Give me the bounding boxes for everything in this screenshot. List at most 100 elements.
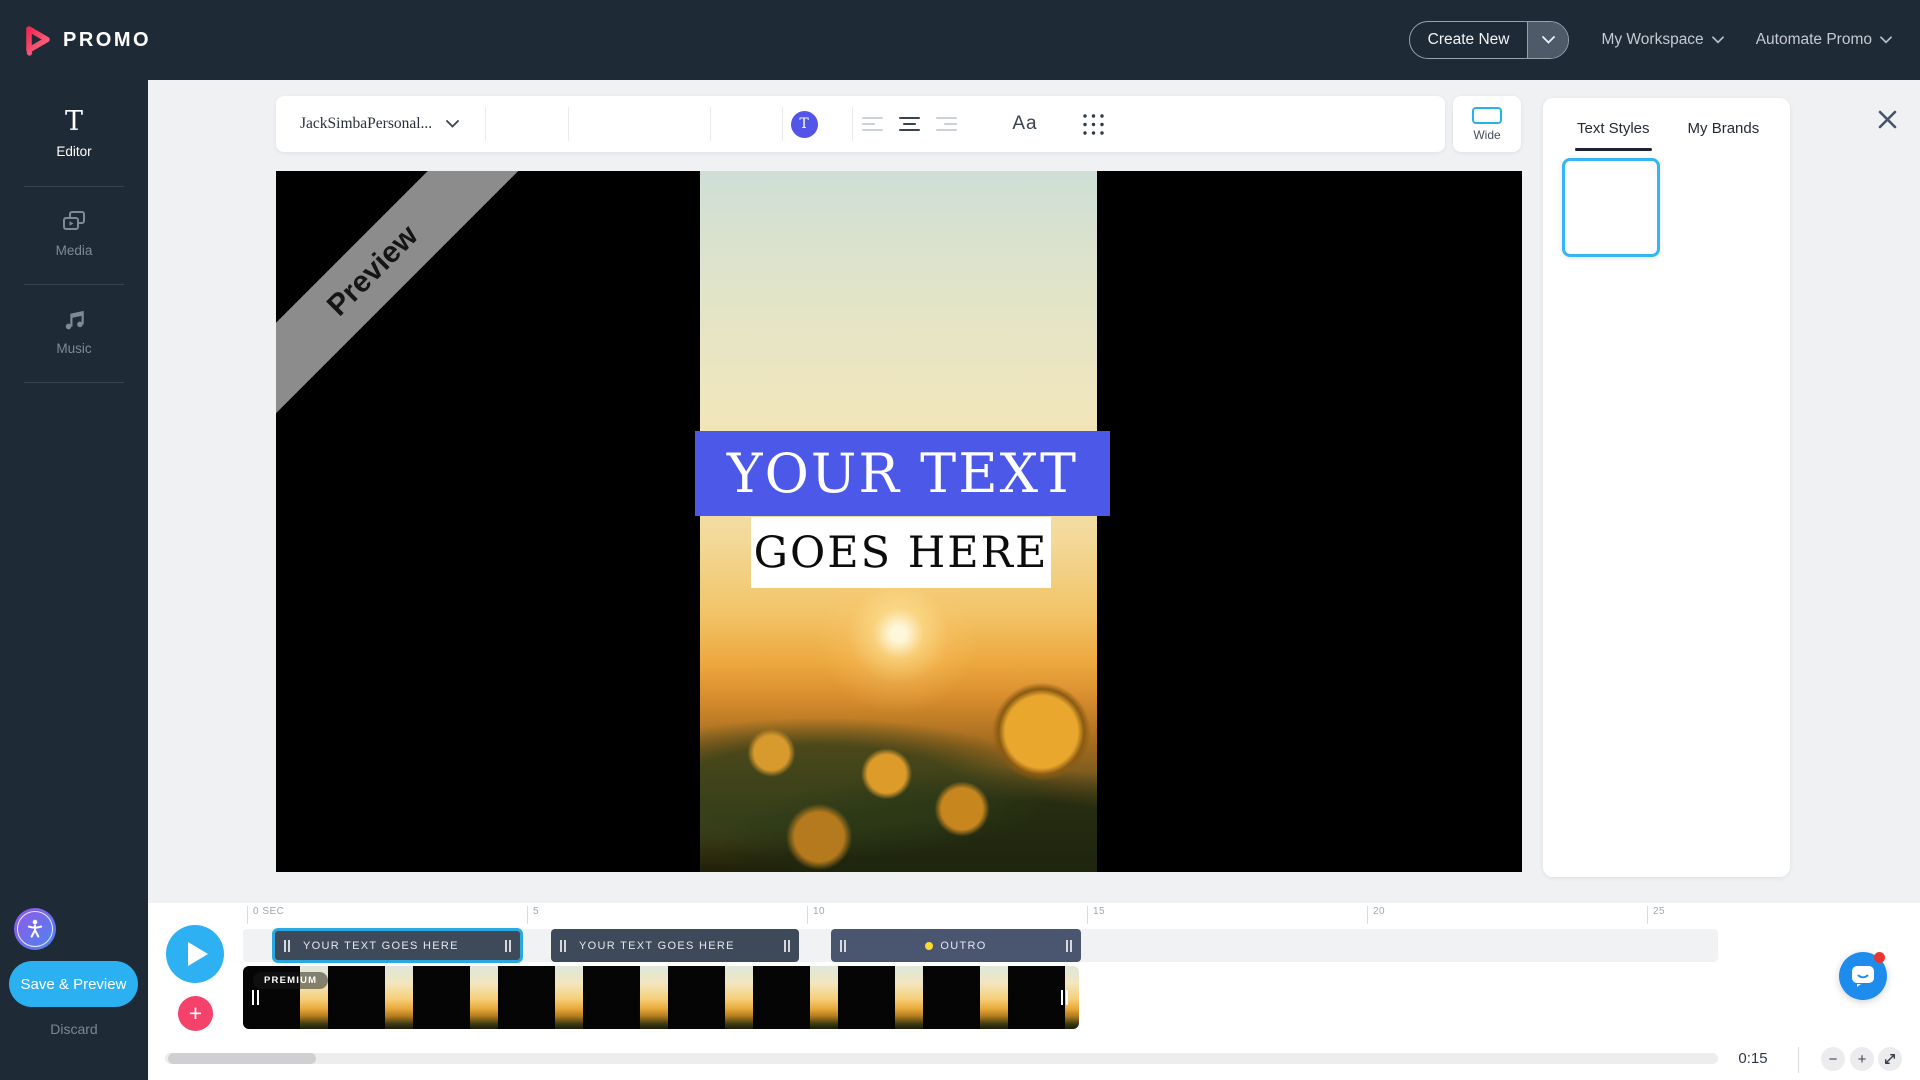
wide-ratio-icon: [1472, 107, 1502, 124]
accessibility-button[interactable]: [14, 908, 56, 950]
my-workspace-menu[interactable]: My Workspace: [1601, 31, 1723, 49]
text-toolbar: JackSimbaPersonal... T Aa: [276, 96, 1445, 152]
minus-icon: −: [1829, 1051, 1838, 1068]
text-style-t-icon: T: [791, 111, 818, 138]
sidebar-item-editor[interactable]: T Editor: [0, 80, 148, 159]
fit-arrows-icon: [1884, 1053, 1896, 1065]
divider: [852, 107, 853, 141]
ruler-mark: 20: [1367, 906, 1385, 924]
close-icon: [1877, 109, 1898, 130]
divider: [782, 107, 783, 141]
clip-trim-handle-right[interactable]: [1066, 940, 1072, 952]
ruler-mark: 10: [807, 906, 825, 924]
create-new-label: Create New: [1410, 22, 1528, 58]
subline-text-box[interactable]: GOES HERE: [751, 517, 1051, 588]
divider: [485, 107, 486, 141]
text-align-group: [862, 96, 957, 152]
preview-ribbon-label: Preview: [321, 219, 425, 323]
ruler-mark: 15: [1087, 906, 1105, 924]
chat-bubble-icon: [1850, 964, 1876, 988]
promo-editor-app: PROMO Create New My Workspace Automate P…: [0, 0, 1920, 1080]
subline-text: GOES HERE: [754, 528, 1049, 578]
sidebar-item-media[interactable]: Media: [0, 187, 148, 258]
tab-my-brands[interactable]: My Brands: [1688, 120, 1760, 151]
timeline-scrollbar-thumb[interactable]: [168, 1053, 316, 1064]
header-menu: Create New My Workspace Automate Promo: [1409, 21, 1892, 59]
zoom-out-button[interactable]: −: [1821, 1047, 1845, 1071]
premium-badge: PREMIUM: [253, 972, 328, 989]
text-styles-panel: Text Styles My Brands: [1543, 98, 1790, 877]
divider: [568, 107, 569, 141]
add-scene-button[interactable]: +: [178, 996, 213, 1031]
text-style-swatch-selected[interactable]: [1562, 158, 1660, 257]
outro-clip[interactable]: OUTRO: [831, 929, 1081, 962]
chevron-down-icon: [1712, 36, 1724, 44]
tab-text-styles[interactable]: Text Styles: [1577, 120, 1650, 151]
grid-dots-icon: [1081, 112, 1106, 137]
strip-trim-handle-right[interactable]: [1061, 990, 1068, 1005]
divider: [24, 382, 124, 383]
ruler-mark: 0 SEC: [247, 906, 284, 924]
text-clip[interactable]: YOUR TEXT GOES HERE: [551, 929, 799, 962]
save-preview-button[interactable]: Save & Preview: [9, 961, 138, 1007]
divider: [1798, 1047, 1799, 1073]
clip-trim-handle-right[interactable]: [505, 940, 511, 952]
chevron-down-icon: [446, 120, 459, 128]
headline-text: YOUR TEXT: [727, 442, 1078, 505]
video-canvas[interactable]: Preview YOUR TEXT GOES HERE: [276, 171, 1522, 872]
discard-button[interactable]: Discard: [0, 1021, 148, 1037]
sidebar-item-music[interactable]: Music: [0, 285, 148, 356]
wide-label: Wide: [1473, 128, 1500, 142]
logo-text: PROMO: [63, 29, 151, 52]
font-family-select[interactable]: JackSimbaPersonal...: [300, 96, 459, 152]
automate-promo-menu[interactable]: Automate Promo: [1756, 31, 1892, 49]
plus-icon: +: [1858, 1051, 1867, 1068]
accessibility-person-icon: [23, 917, 47, 941]
notification-dot: [1874, 952, 1885, 963]
create-new-dropdown[interactable]: [1527, 22, 1568, 58]
clip-label: YOUR TEXT GOES HERE: [303, 940, 459, 952]
zoom-in-button[interactable]: +: [1850, 1047, 1874, 1071]
create-new-button[interactable]: Create New: [1409, 21, 1570, 59]
promo-logo: PROMO: [20, 22, 151, 58]
clip-trim-handle-right[interactable]: [784, 940, 790, 952]
align-left-button[interactable]: [862, 117, 883, 132]
wide-format-toggle[interactable]: Wide: [1453, 96, 1521, 152]
font-name-label: JackSimbaPersonal...: [300, 115, 432, 133]
chevron-down-icon: [1880, 36, 1892, 44]
chat-support-button[interactable]: [1839, 952, 1887, 1000]
outro-dot-icon: [925, 942, 933, 950]
app-header: PROMO Create New My Workspace Automate P…: [0, 0, 1920, 80]
align-right-button[interactable]: [936, 117, 957, 132]
divider: [710, 107, 711, 141]
text-color-button[interactable]: T: [778, 96, 830, 152]
clip-label: OUTRO: [940, 940, 986, 952]
preview-ribbon: Preview: [276, 171, 544, 442]
play-button[interactable]: [166, 925, 224, 983]
font-size-label: Aa: [1012, 113, 1037, 135]
media-frames-icon: [60, 209, 88, 235]
align-center-button[interactable]: [899, 117, 920, 132]
promo-logo-icon: [20, 22, 54, 58]
ruler-mark: 25: [1647, 906, 1665, 924]
headline-text-box[interactable]: YOUR TEXT: [695, 431, 1110, 516]
my-workspace-label: My Workspace: [1601, 31, 1703, 49]
music-note-icon: [61, 307, 87, 333]
clip-label: YOUR TEXT GOES HERE: [579, 940, 735, 952]
position-grid-button[interactable]: [1074, 96, 1112, 152]
sidebar-item-label: Editor: [56, 144, 91, 159]
save-preview-label: Save & Preview: [21, 976, 127, 993]
play-icon: [188, 942, 208, 966]
video-track-filmstrip[interactable]: PREMIUM: [243, 966, 1079, 1029]
chevron-down-icon: [1542, 36, 1555, 44]
text-tool-icon: T: [65, 108, 83, 136]
close-editor-button[interactable]: [1872, 104, 1902, 134]
timeline: 0 SEC 5 10 15 20 25 YOUR TEXT GOES HERE …: [148, 903, 1920, 1080]
strip-trim-handle-left[interactable]: [252, 990, 259, 1005]
discard-label: Discard: [50, 1021, 97, 1037]
zoom-fit-button[interactable]: [1878, 1047, 1902, 1071]
text-clip-selected[interactable]: YOUR TEXT GOES HERE: [272, 928, 523, 963]
font-size-button[interactable]: Aa: [1003, 96, 1047, 152]
sidebar-item-label: Music: [56, 341, 91, 356]
timeline-scrollbar-track[interactable]: [165, 1053, 1718, 1064]
